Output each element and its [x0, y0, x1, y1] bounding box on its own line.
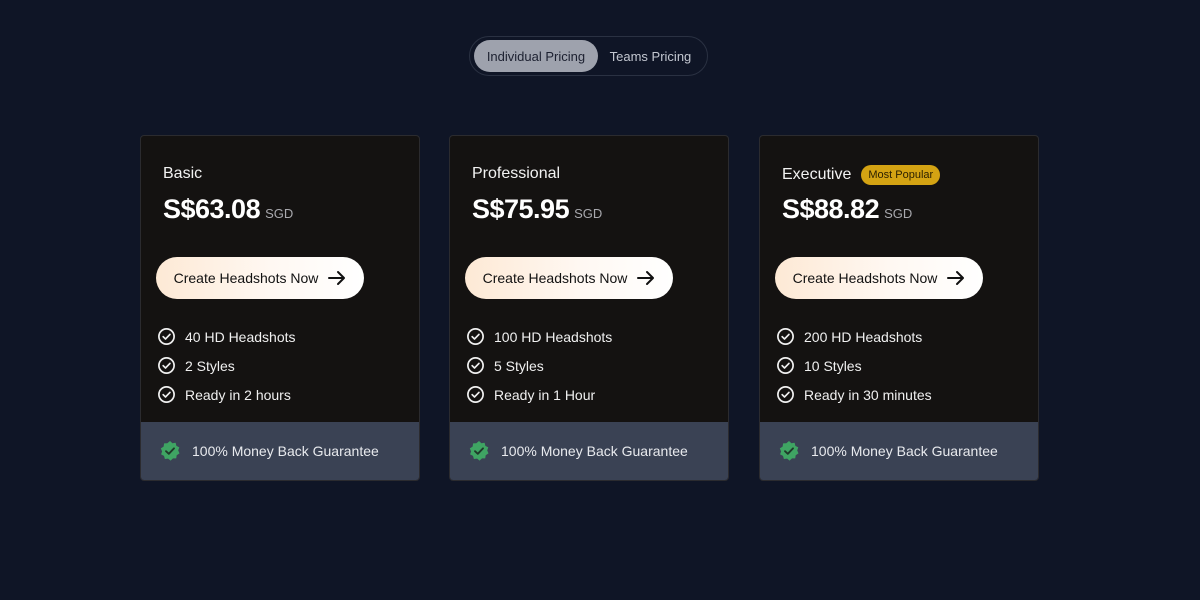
money-back-guarantee: 100% Money Back Guarantee [760, 422, 1038, 480]
teams-pricing-tab[interactable]: Teams Pricing [598, 40, 703, 72]
shield-check-icon [778, 440, 800, 462]
plan-price: S$63.08 [163, 194, 261, 224]
cta-label: Create Headshots Now [173, 270, 319, 286]
individual-pricing-tab[interactable]: Individual Pricing [474, 40, 598, 72]
currency-label: SGD [884, 206, 913, 221]
plan-price: S$88.82 [782, 194, 880, 224]
money-back-guarantee: 100% Money Back Guarantee [450, 422, 728, 480]
arrow-right-icon [637, 270, 655, 286]
currency-label: SGD [265, 206, 294, 221]
feature-item: Ready in 1 Hour [466, 380, 612, 409]
most-popular-badge: Most Popular [861, 165, 941, 185]
check-circle-icon [466, 385, 485, 404]
plan-card-professional: Professional S$75.95 SGD Create Headshot… [449, 135, 729, 481]
feature-item: 5 Styles [466, 351, 612, 380]
price-row: S$75.95 SGD [472, 194, 602, 225]
create-headshots-button[interactable]: Create Headshots Now [156, 257, 364, 299]
pricing-page: Individual Pricing Teams Pricing Basic S… [0, 0, 1200, 600]
check-circle-icon [466, 327, 485, 346]
plan-card-executive: Executive Most Popular S$88.82 SGD Creat… [759, 135, 1039, 481]
feature-item: 2 Styles [157, 351, 296, 380]
cta-label: Create Headshots Now [792, 270, 938, 286]
pricing-toggle: Individual Pricing Teams Pricing [469, 36, 708, 76]
check-circle-icon [157, 356, 176, 375]
plan-name: Executive Most Popular [782, 165, 941, 185]
shield-check-icon [159, 440, 181, 462]
price-row: S$88.82 SGD [782, 194, 912, 225]
feature-item: 40 HD Headshots [157, 322, 296, 351]
create-headshots-button[interactable]: Create Headshots Now [465, 257, 673, 299]
feature-list: 40 HD Headshots 2 Styles Ready in 2 hour… [157, 322, 296, 409]
feature-item: Ready in 2 hours [157, 380, 296, 409]
currency-label: SGD [574, 206, 603, 221]
feature-item: 10 Styles [776, 351, 932, 380]
check-circle-icon [776, 385, 795, 404]
plan-name: Basic [163, 165, 203, 182]
plan-card-basic: Basic S$63.08 SGD Create Headshots Now 4… [140, 135, 420, 481]
price-row: S$63.08 SGD [163, 194, 293, 225]
check-circle-icon [776, 327, 795, 346]
cta-label: Create Headshots Now [482, 270, 628, 286]
plan-price: S$75.95 [472, 194, 570, 224]
feature-list: 200 HD Headshots 10 Styles Ready in 30 m… [776, 322, 932, 409]
feature-list: 100 HD Headshots 5 Styles Ready in 1 Hou… [466, 322, 612, 409]
shield-check-icon [468, 440, 490, 462]
create-headshots-button[interactable]: Create Headshots Now [775, 257, 983, 299]
arrow-right-icon [328, 270, 346, 286]
feature-item: 100 HD Headshots [466, 322, 612, 351]
money-back-guarantee: 100% Money Back Guarantee [141, 422, 419, 480]
feature-item: Ready in 30 minutes [776, 380, 932, 409]
feature-item: 200 HD Headshots [776, 322, 932, 351]
plan-name: Professional [472, 165, 561, 182]
check-circle-icon [776, 356, 795, 375]
check-circle-icon [157, 327, 176, 346]
arrow-right-icon [947, 270, 965, 286]
check-circle-icon [157, 385, 176, 404]
check-circle-icon [466, 356, 485, 375]
